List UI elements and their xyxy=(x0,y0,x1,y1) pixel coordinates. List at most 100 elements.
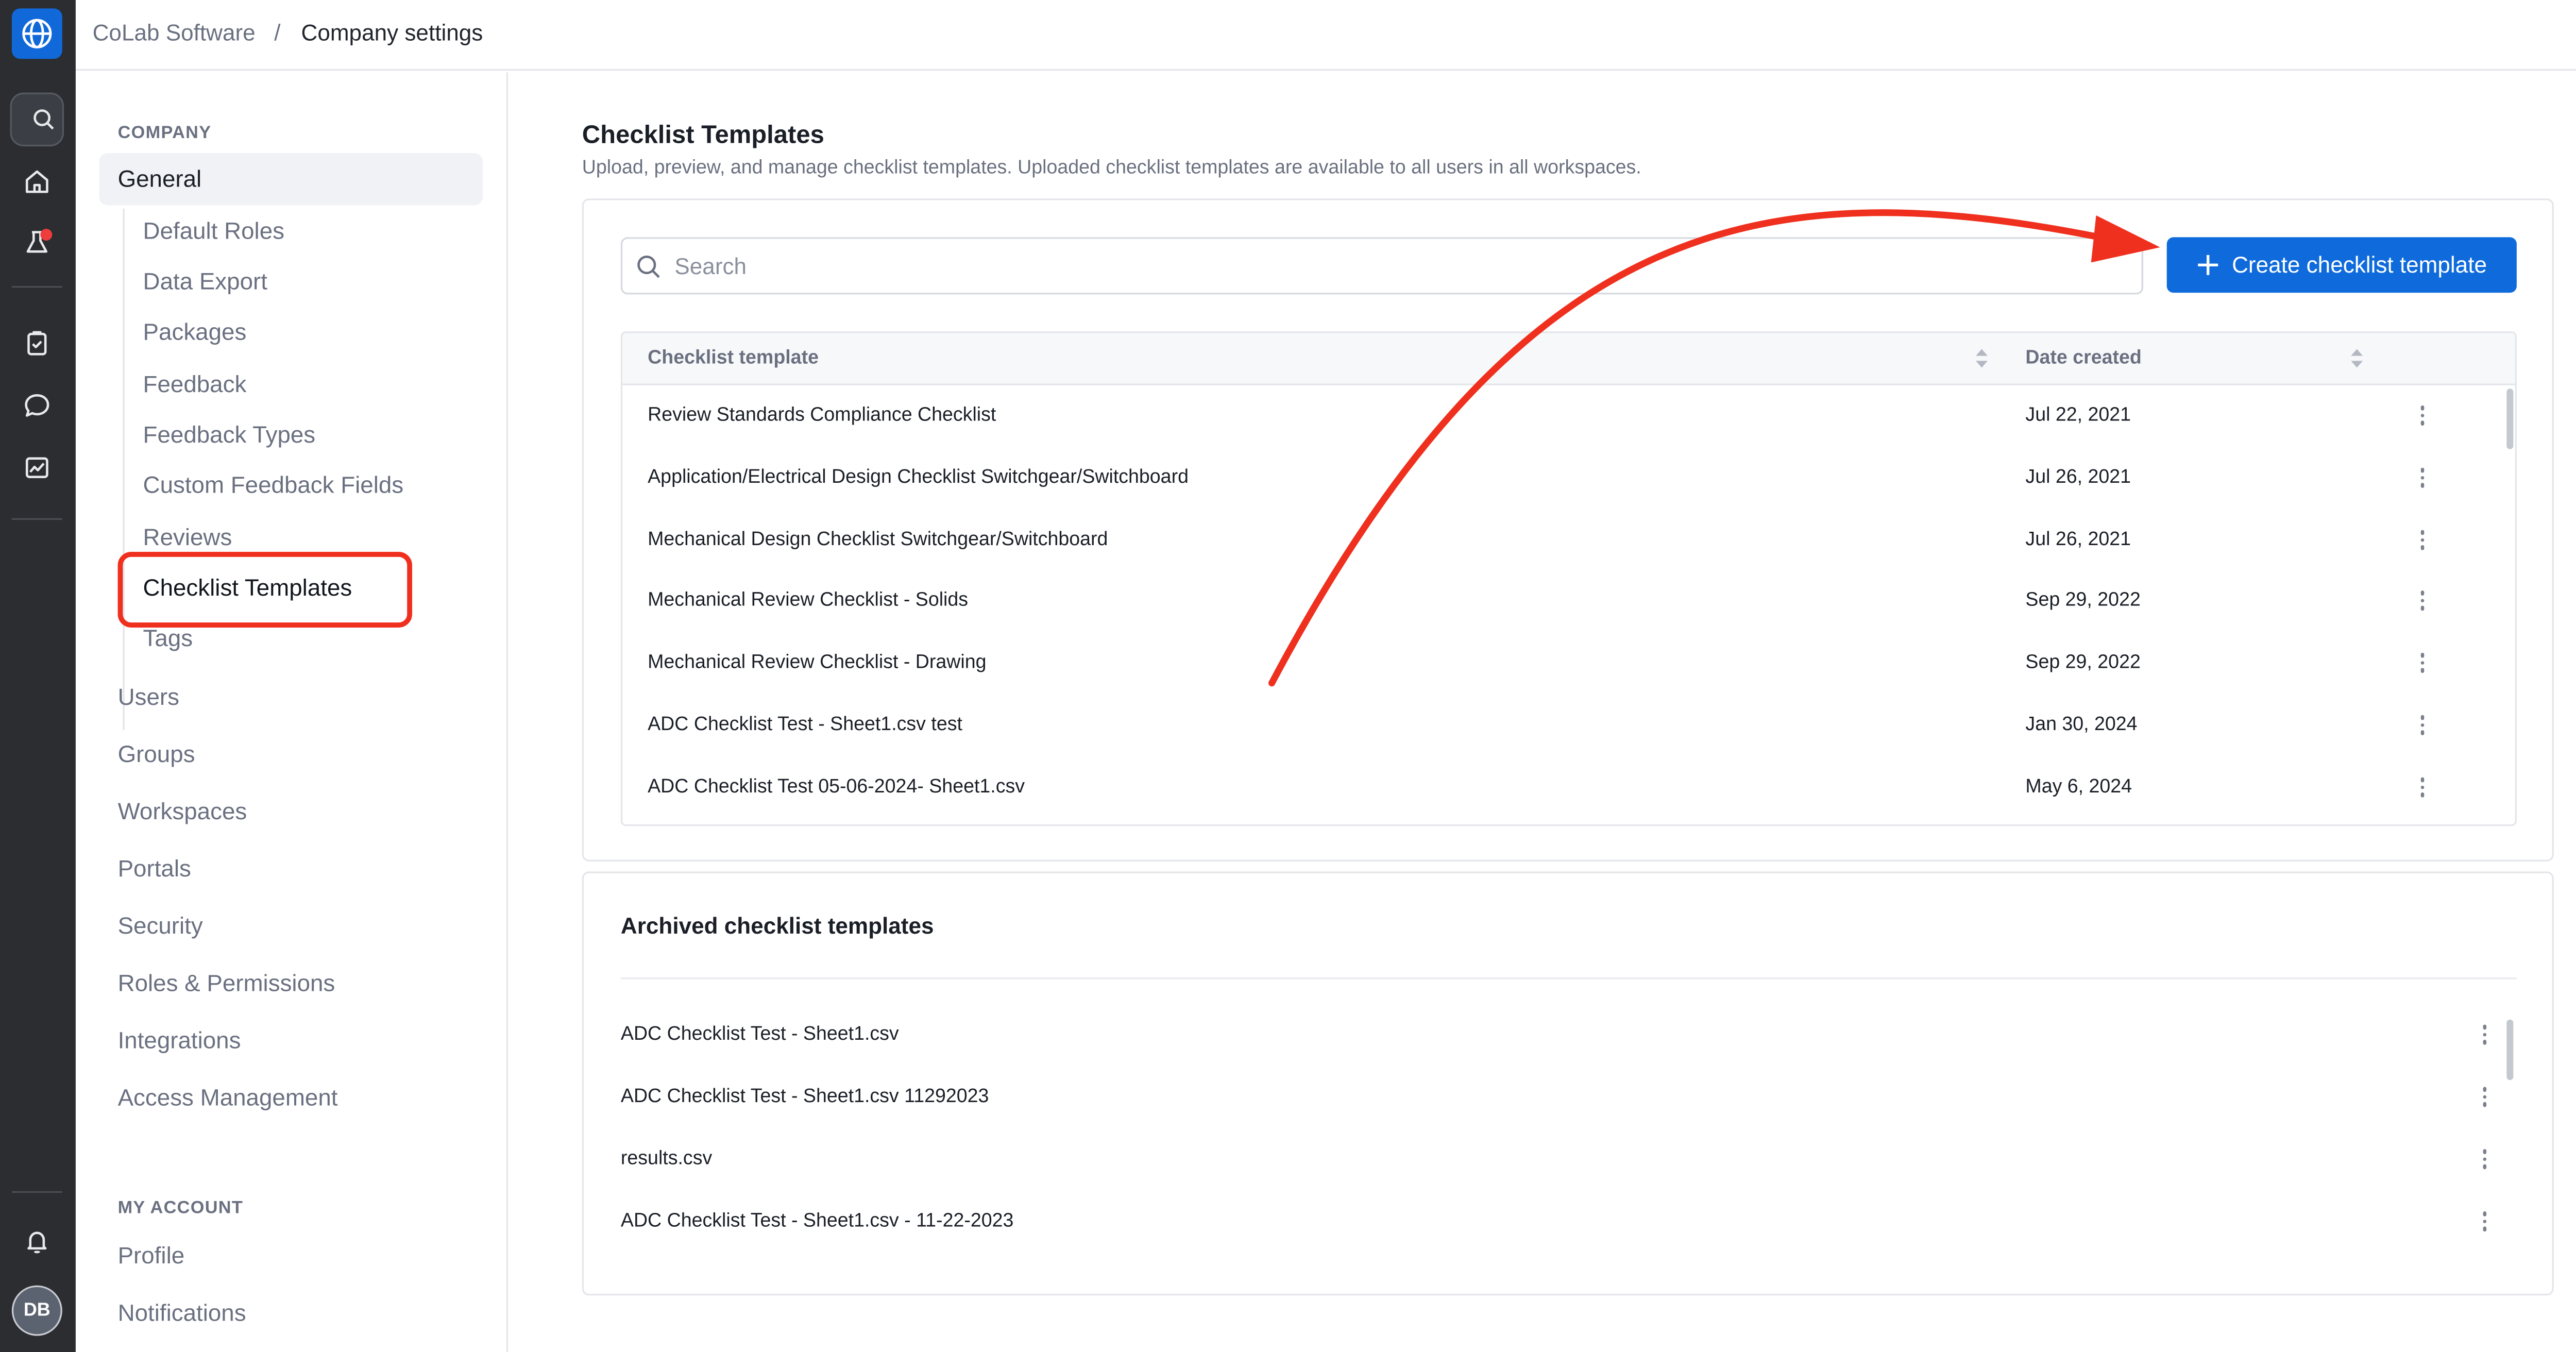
sidebar-item-portals[interactable]: Portals xyxy=(118,855,191,882)
template-date: Jan 30, 2024 xyxy=(2025,715,2138,735)
search-icon xyxy=(637,255,660,277)
search-placeholder: Search xyxy=(674,253,747,279)
template-name[interactable]: ADC Checklist Test - Sheet1.csv test xyxy=(648,715,962,735)
template-date: Jul 26, 2021 xyxy=(2025,467,2131,488)
kebab-menu-icon[interactable] xyxy=(2416,402,2429,429)
kebab-menu-icon[interactable] xyxy=(2416,527,2429,553)
archived-template-name[interactable]: ADC Checklist Test - Sheet1.csv - 11-22-… xyxy=(621,1211,1013,1231)
kebab-menu-icon[interactable] xyxy=(2416,649,2429,676)
table-scrollbar[interactable] xyxy=(2506,388,2514,449)
kebab-menu-icon[interactable] xyxy=(2478,1146,2492,1173)
sidebar-item-default-roles[interactable]: Default Roles xyxy=(143,217,284,244)
clipboard-check-icon[interactable] xyxy=(10,316,64,370)
column-header-date-created[interactable]: Date created xyxy=(2025,348,2141,368)
user-avatar[interactable]: DB xyxy=(11,1285,62,1336)
globe-logo-icon[interactable] xyxy=(11,8,62,59)
submenu-guide-line xyxy=(123,208,125,731)
rail-divider xyxy=(11,1191,62,1193)
divider xyxy=(620,977,2517,979)
page-title: Checklist Templates xyxy=(582,121,824,150)
breadcrumb-org-link[interactable]: CoLab Software xyxy=(93,20,256,45)
notification-dot xyxy=(40,229,53,241)
list-item[interactable]: ADC Checklist Test - Sheet1.csv 11292023 xyxy=(621,1067,2505,1129)
list-item[interactable]: results.csv xyxy=(621,1129,2505,1191)
sidebar-item-workspaces[interactable]: Workspaces xyxy=(118,798,247,824)
sidebar-item-notifications[interactable]: Notifications xyxy=(118,1299,246,1326)
rail-divider xyxy=(11,518,62,520)
archived-section-title: Archived checklist templates xyxy=(620,914,934,939)
list-item[interactable]: ADC Checklist Test - Sheet1.csv xyxy=(621,1004,2505,1067)
sidebar-item-reviews[interactable]: Reviews xyxy=(143,523,232,550)
table-row[interactable]: Application/Electrical Design Checklist … xyxy=(622,448,2515,510)
settings-sidebar: COMPANY General Default Roles Data Expor… xyxy=(75,72,509,1352)
breadcrumb-current-page: Company settings xyxy=(301,20,483,46)
template-date: Jul 22, 2021 xyxy=(2025,405,2131,426)
table-row[interactable]: Mechanical Design Checklist Switchgear/S… xyxy=(622,510,2515,572)
table-row[interactable]: ADC Checklist Test - Sheet1.csv test Jan… xyxy=(622,695,2515,757)
bell-icon[interactable] xyxy=(10,1215,64,1269)
breadcrumb: CoLab Software / Company settings xyxy=(75,0,2576,71)
sidebar-item-security[interactable]: Security xyxy=(118,912,203,939)
sidebar-item-users[interactable]: Users xyxy=(118,683,179,710)
template-name[interactable]: Mechanical Review Checklist - Drawing xyxy=(648,653,986,673)
template-date: Sep 29, 2022 xyxy=(2025,652,2141,673)
archived-template-name[interactable]: results.csv xyxy=(621,1149,712,1169)
sidebar-item-general[interactable]: General xyxy=(99,153,483,206)
create-checklist-template-button[interactable]: Create checklist template xyxy=(2166,237,2517,293)
kebab-menu-icon[interactable] xyxy=(2416,464,2429,491)
sidebar-item-feedback[interactable]: Feedback xyxy=(143,370,247,397)
sidebar-item-packages[interactable]: Packages xyxy=(143,318,247,345)
template-name[interactable]: Mechanical Design Checklist Switchgear/S… xyxy=(648,530,1108,550)
kebab-menu-icon[interactable] xyxy=(2416,587,2429,614)
template-name[interactable]: ADC Checklist Test 05-06-2024- Sheet1.cs… xyxy=(648,778,1025,798)
home-icon[interactable] xyxy=(10,155,64,208)
kebab-menu-icon[interactable] xyxy=(2478,1208,2492,1235)
column-header-template[interactable]: Checklist template xyxy=(648,348,819,368)
company-section-heading: COMPANY xyxy=(117,123,212,143)
icon-rail: DB xyxy=(0,0,76,1352)
template-name[interactable]: Application/Electrical Design Checklist … xyxy=(648,468,1189,488)
template-name[interactable]: Mechanical Review Checklist - Solids xyxy=(648,590,968,611)
kebab-menu-icon[interactable] xyxy=(2416,774,2429,801)
archived-template-name[interactable]: ADC Checklist Test - Sheet1.csv xyxy=(621,1025,899,1045)
template-date: May 6, 2024 xyxy=(2025,777,2132,798)
plus-icon xyxy=(2197,255,2218,275)
sort-icon[interactable] xyxy=(1973,347,1990,370)
chart-image-icon[interactable] xyxy=(10,441,64,495)
flask-icon[interactable] xyxy=(10,215,64,269)
sidebar-item-data-export[interactable]: Data Export xyxy=(143,267,267,294)
sidebar-item-feedback-types[interactable]: Feedback Types xyxy=(143,420,316,447)
kebab-menu-icon[interactable] xyxy=(2478,1021,2492,1048)
search-icon[interactable] xyxy=(10,92,64,147)
sidebar-item-groups[interactable]: Groups xyxy=(118,740,195,767)
kebab-menu-icon[interactable] xyxy=(2478,1084,2492,1110)
sidebar-item-access-management[interactable]: Access Management xyxy=(118,1084,338,1110)
highlight-annotation-box xyxy=(117,552,412,628)
sort-icon[interactable] xyxy=(2348,347,2365,370)
archived-templates-card: Archived checklist templates ADC Checkli… xyxy=(582,871,2554,1296)
archived-template-name[interactable]: ADC Checklist Test - Sheet1.csv 11292023 xyxy=(621,1087,989,1107)
archived-list-scrollbar[interactable] xyxy=(2506,1019,2514,1080)
templates-card: Search Create checklist template Checkli… xyxy=(582,198,2554,861)
create-button-label: Create checklist template xyxy=(2232,252,2487,278)
chat-bubble-icon[interactable] xyxy=(10,379,64,432)
template-name[interactable]: Review Standards Compliance Checklist xyxy=(648,405,996,426)
sidebar-item-custom-feedback-fields[interactable]: Custom Feedback Fields xyxy=(143,471,404,498)
sidebar-item-roles-permissions[interactable]: Roles & Permissions xyxy=(118,969,335,996)
breadcrumb-separator: / xyxy=(274,20,281,46)
list-item[interactable]: ADC Checklist Test - Sheet1.csv - 11-22-… xyxy=(621,1191,2505,1254)
template-date: Sep 29, 2022 xyxy=(2025,590,2141,611)
main-content: Checklist Templates Upload, preview, and… xyxy=(510,72,2576,1352)
sidebar-item-profile[interactable]: Profile xyxy=(118,1242,185,1269)
app-window: DB CoLab Software / Company settings COM… xyxy=(0,0,2576,1352)
search-input[interactable]: Search xyxy=(620,237,2143,295)
table-row[interactable]: Review Standards Compliance Checklist Ju… xyxy=(622,385,2515,448)
sidebar-item-integrations[interactable]: Integrations xyxy=(118,1026,241,1053)
table-row[interactable]: ADC Checklist Test 05-06-2024- Sheet1.cs… xyxy=(622,757,2515,819)
table-row[interactable]: Mechanical Review Checklist - Drawing Se… xyxy=(622,633,2515,695)
table-row[interactable]: Mechanical Review Checklist - Solids Sep… xyxy=(622,570,2515,633)
templates-table: Checklist template Date created Review S… xyxy=(620,331,2517,826)
kebab-menu-icon[interactable] xyxy=(2416,712,2429,738)
my-account-section-heading: MY ACCOUNT xyxy=(117,1197,244,1219)
sidebar-item-tags[interactable]: Tags xyxy=(143,624,193,651)
